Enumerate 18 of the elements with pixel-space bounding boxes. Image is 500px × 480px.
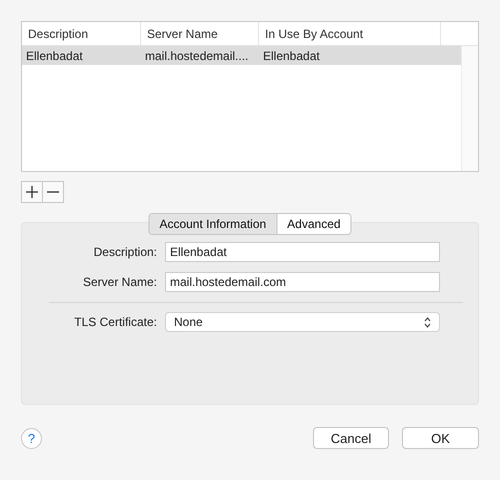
stepper-icon	[424, 316, 431, 328]
field-label: Server Name:	[82, 275, 158, 289]
field-label: Description:	[92, 245, 158, 259]
minus-icon	[47, 191, 59, 193]
dialog-button[interactable]: OK	[402, 427, 479, 449]
certificate-dropdown[interactable]: None	[165, 312, 440, 332]
text-field[interactable]: Ellenbadat	[165, 242, 440, 262]
table-cell-text: Ellenbadat	[25, 48, 84, 62]
text-field[interactable]: mail.hostedemail.com	[165, 272, 440, 292]
table-row[interactable]: Ellenbadat mail.hostedemail.... Ellenbadat	[22, 46, 461, 65]
dialog-button[interactable]: Cancel	[313, 427, 389, 449]
field-label: TLS Certificate:	[73, 315, 158, 329]
help-button[interactable]: ?	[21, 428, 42, 448]
plus-icon	[26, 186, 38, 198]
tab[interactable]: Advanced	[276, 214, 351, 234]
table-cell-text: Ellenbadat	[262, 48, 321, 62]
tab[interactable]: Account Information	[149, 214, 276, 234]
table-cell-text: mail.hostedemail....	[144, 48, 250, 62]
